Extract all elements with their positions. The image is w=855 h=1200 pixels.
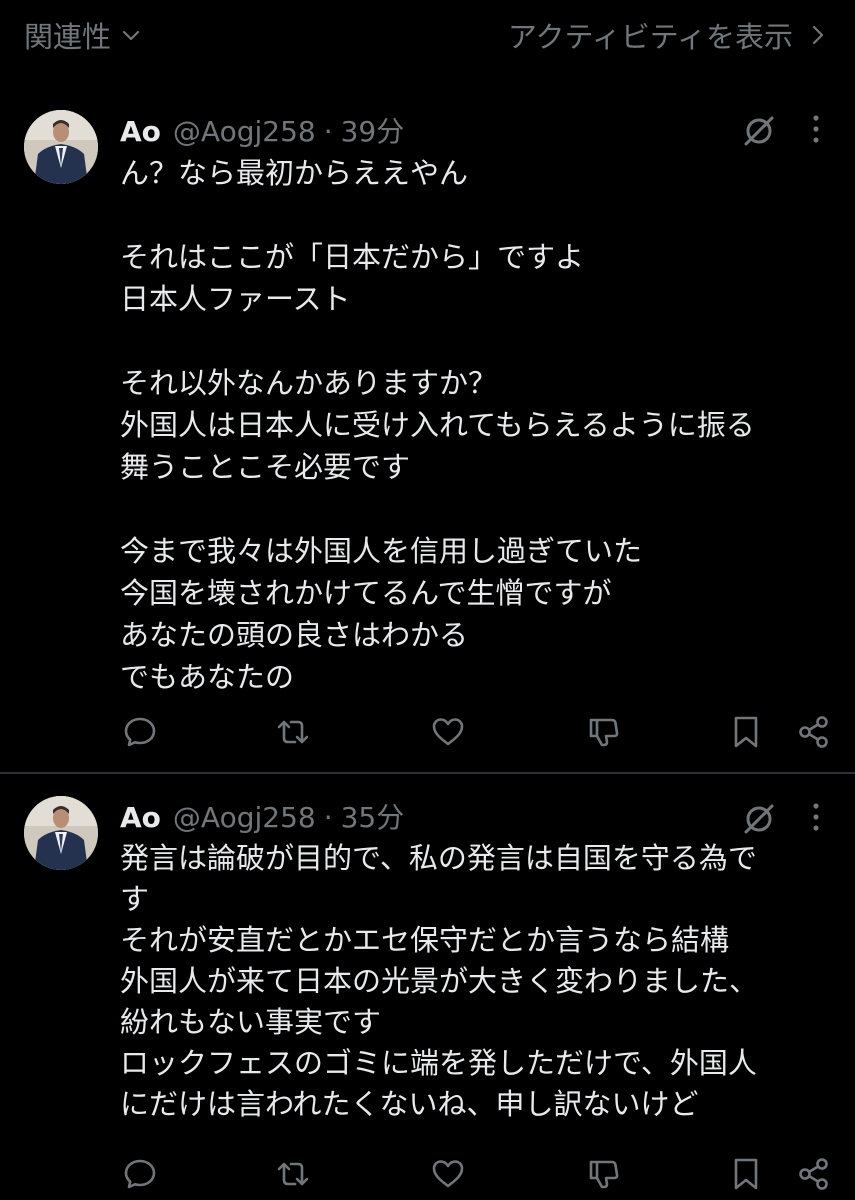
more-icon[interactable] bbox=[808, 112, 824, 146]
grok-icon[interactable] bbox=[742, 114, 776, 148]
dislike-button[interactable] bbox=[585, 1156, 621, 1192]
post-text-line: にだけは言われたくないね、申し訳ないけど bbox=[120, 1087, 699, 1121]
share-icon bbox=[799, 716, 828, 748]
share-icon bbox=[799, 1158, 828, 1190]
sort-dropdown[interactable]: 関連性 bbox=[24, 14, 141, 56]
post-text: ん？なら最初からええやん それはここが「日本だから」ですよ 日本人ファースト そ… bbox=[120, 152, 832, 698]
post-header: Ao @Aogj258 · 39分 bbox=[120, 110, 404, 150]
reply-icon bbox=[124, 1159, 156, 1189]
reply-post[interactable]: Ao @Aogj258 · 39分 ん？なら最初からええやん それはここが「日本… bbox=[0, 100, 855, 772]
post-text-line: 外国人は日本人に受け入れてもらえるように振る bbox=[120, 408, 755, 442]
share-button[interactable] bbox=[796, 714, 832, 750]
post-text-line: 発言は論破が目的で、私の発言は自国を守る為で bbox=[120, 841, 757, 875]
author-name[interactable]: Ao bbox=[120, 115, 161, 148]
reply-button[interactable] bbox=[122, 1156, 158, 1192]
author-handle[interactable]: @Aogj258 bbox=[173, 801, 316, 834]
author-handle[interactable]: @Aogj258 bbox=[173, 115, 316, 148]
avatar[interactable] bbox=[24, 110, 98, 184]
post-text-line: でもあなたの bbox=[120, 660, 295, 694]
repost-icon bbox=[277, 1162, 309, 1186]
post-text-line bbox=[120, 320, 832, 362]
post-text-line: ロックフェスのゴミに端を発しただけで、外国人 bbox=[120, 1046, 757, 1080]
post-text-line: それ以外なんかありますか？ bbox=[120, 366, 498, 400]
sort-label: 関連性 bbox=[24, 20, 112, 54]
view-activity-link[interactable]: アクティビティを表示 bbox=[508, 14, 827, 56]
reply-button[interactable] bbox=[122, 714, 158, 750]
post-divider bbox=[0, 772, 855, 774]
dislike-icon bbox=[589, 1160, 619, 1189]
separator: · bbox=[323, 801, 333, 834]
post-text-line: あなたの頭の良さはわかる bbox=[120, 618, 469, 652]
chevron-right-icon bbox=[812, 25, 824, 45]
dislike-icon bbox=[589, 718, 619, 747]
like-icon bbox=[432, 718, 464, 746]
more-icon[interactable] bbox=[808, 800, 824, 834]
avatar[interactable] bbox=[24, 796, 98, 870]
dislike-button[interactable] bbox=[585, 714, 621, 750]
activity-label: アクティビティを表示 bbox=[507, 20, 793, 54]
conversation-topbar: 関連性 アクティビティを表示 bbox=[0, 0, 855, 72]
bookmark-icon bbox=[734, 1158, 758, 1190]
post-text-line bbox=[120, 488, 832, 530]
post-text-line: 舞うことこそ必要です bbox=[120, 450, 411, 484]
bookmark-button[interactable] bbox=[728, 1156, 764, 1192]
share-button[interactable] bbox=[796, 1156, 832, 1192]
post-text-line: それはここが「日本だから」ですよ bbox=[120, 240, 585, 274]
like-icon bbox=[432, 1160, 464, 1188]
post-text-line: 日本人ファースト bbox=[120, 282, 351, 316]
chevron-down-icon bbox=[122, 30, 140, 41]
bookmark-icon bbox=[734, 716, 758, 748]
post-text-line: ん？なら最初からええやん bbox=[120, 156, 469, 190]
author-name[interactable]: Ao bbox=[120, 801, 161, 834]
action-bar bbox=[0, 1156, 855, 1196]
repost-icon bbox=[277, 720, 309, 744]
like-button[interactable] bbox=[430, 714, 466, 750]
post-time[interactable]: 35分 bbox=[341, 796, 405, 836]
repost-button[interactable] bbox=[275, 714, 311, 750]
post-text-line: す bbox=[120, 882, 150, 916]
repost-button[interactable] bbox=[275, 1156, 311, 1192]
reply-post[interactable]: Ao @Aogj258 · 35分 発言は論破が目的で、私の発言は自国を守る為で… bbox=[0, 776, 855, 1200]
post-text: 発言は論破が目的で、私の発言は自国を守る為で す それが安直だとかエセ保守だとか… bbox=[120, 838, 832, 1125]
post-time[interactable]: 39分 bbox=[341, 110, 405, 150]
post-text-line: 紛れもない事実です bbox=[120, 1005, 382, 1039]
post-text-line bbox=[120, 194, 832, 236]
action-bar bbox=[0, 714, 855, 754]
reply-icon bbox=[124, 717, 156, 747]
separator: · bbox=[323, 115, 333, 148]
post-text-line: それが安直だとかエセ保守だとか言うなら結構 bbox=[120, 923, 730, 957]
post-header: Ao @Aogj258 · 35分 bbox=[120, 796, 404, 836]
bookmark-button[interactable] bbox=[728, 714, 764, 750]
like-button[interactable] bbox=[430, 1156, 466, 1192]
grok-icon[interactable] bbox=[742, 802, 776, 836]
post-text-line: 外国人が来て日本の光景が大きく変わりました、 bbox=[120, 964, 759, 998]
post-text-line: 今まで我々は外国人を信用し過ぎていた bbox=[120, 534, 643, 568]
post-text-line: 今国を壊されかけてるんで生憎ですが bbox=[120, 576, 612, 610]
